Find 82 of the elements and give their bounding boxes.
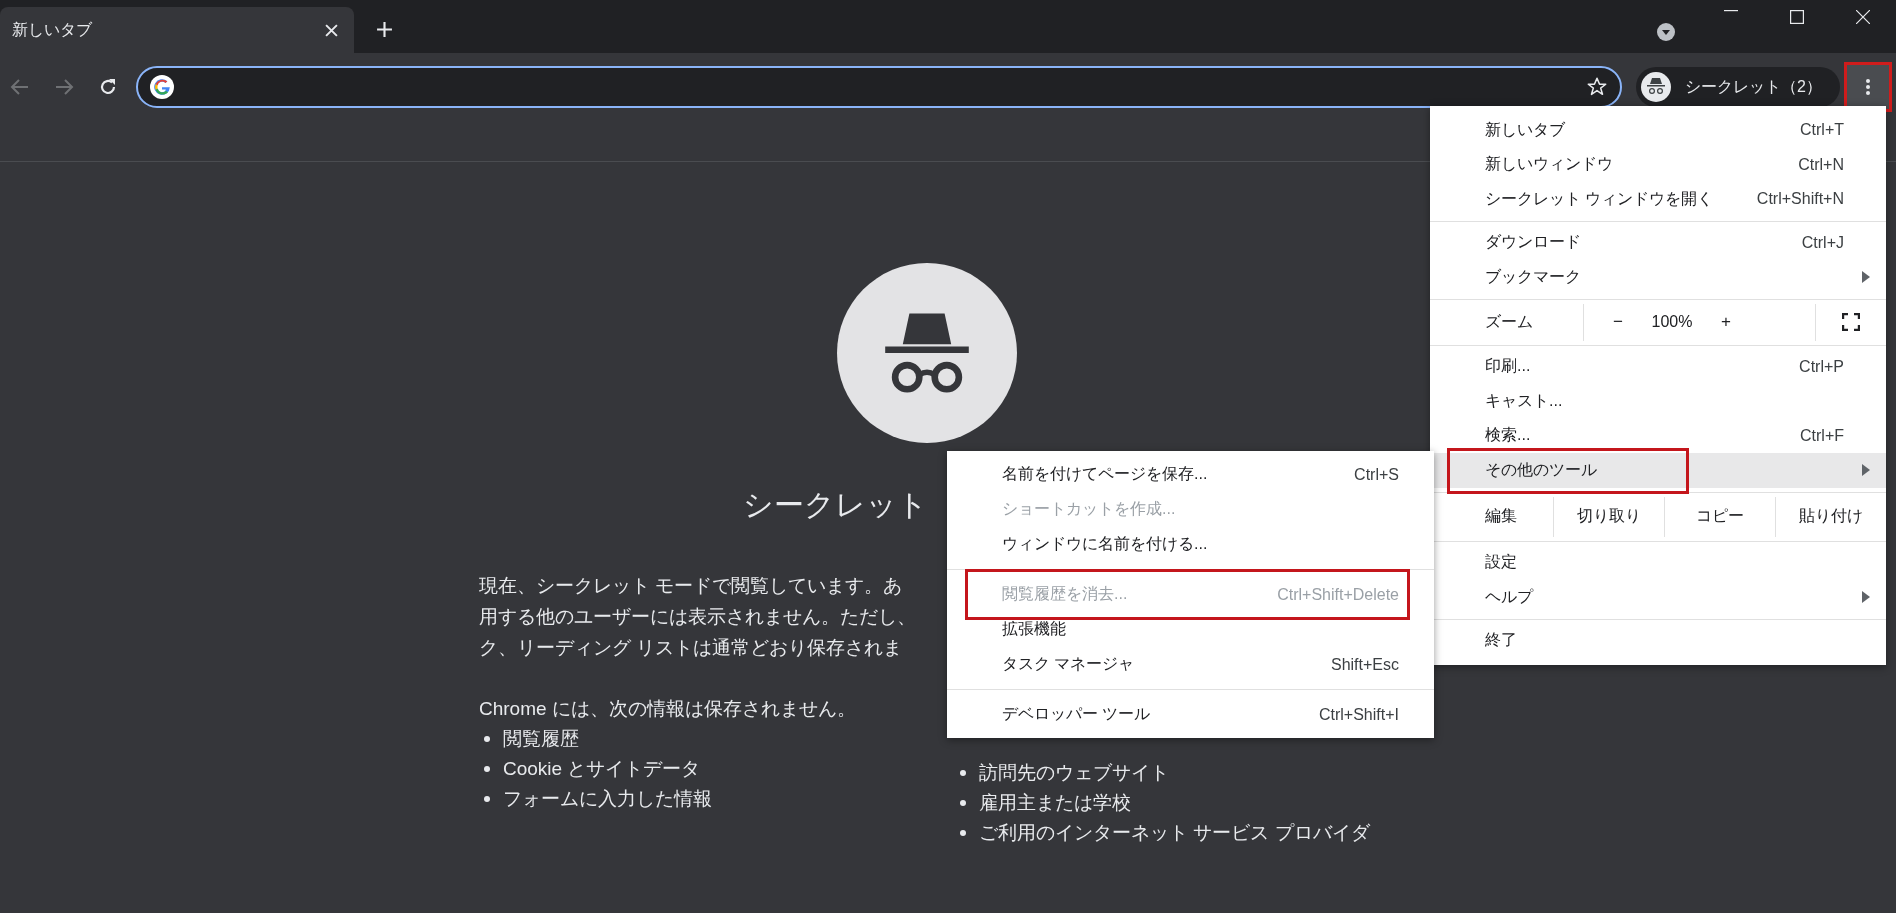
- menu-item[interactable]: 印刷... Ctrl+P: [1430, 349, 1886, 384]
- edit-action-button[interactable]: 貼り付け: [1776, 496, 1886, 537]
- shortcut-text: Ctrl+F: [1800, 426, 1844, 445]
- menu-item[interactable]: シークレット ウィンドウを開く Ctrl+Shift+N: [1430, 182, 1886, 217]
- menu-item-label: 印刷...: [1485, 356, 1531, 377]
- shortcut-text: Ctrl+N: [1798, 155, 1844, 174]
- fullscreen-icon[interactable]: [1842, 313, 1860, 331]
- list-item: 閲覧履歴: [503, 727, 579, 751]
- menu-item-label: その他のツール: [1485, 459, 1597, 480]
- maximize-icon[interactable]: [1790, 10, 1804, 24]
- menu-icon: [1866, 79, 1870, 95]
- menu-item[interactable]: ブックマーク: [1430, 260, 1886, 295]
- menu-item[interactable]: デベロッパー ツール Ctrl+Shift+I: [947, 697, 1434, 732]
- submenu-arrow-icon: [1862, 464, 1870, 477]
- menu-item-label: 名前を付けてページを保存...: [1002, 464, 1208, 484]
- zoom-level: 100%: [1650, 313, 1694, 331]
- paragraph-line: 用する他のユーザーには表示されません。ただし、: [479, 605, 916, 629]
- menu-item-label: ブックマーク: [1485, 266, 1581, 287]
- menu-item-label: ショートカットを作成...: [1002, 499, 1176, 519]
- bullet-icon: [484, 736, 490, 742]
- menu-item[interactable]: 新しいタブ Ctrl+T: [1430, 113, 1886, 148]
- menu-button[interactable]: [1844, 62, 1892, 112]
- menu-item-label: キャスト...: [1485, 390, 1563, 411]
- tab-title: 新しいタブ: [12, 19, 92, 40]
- menu-item-label: デベロッパー ツール: [1002, 704, 1151, 724]
- shortcut-text: Ctrl+P: [1799, 357, 1844, 376]
- list-item: 雇用主または学校: [979, 791, 1131, 815]
- menu-item-label: 終了: [1485, 630, 1517, 651]
- section-heading: Chrome には、次の情報は保存されません。: [479, 697, 856, 721]
- shortcut-text: Ctrl+Shift+I: [1318, 705, 1399, 724]
- list-item: 訪問先のウェブサイト: [979, 761, 1169, 785]
- shortcut-text: Shift+Esc: [1330, 655, 1399, 674]
- submenu-arrow-icon: [1862, 591, 1870, 604]
- incognito-icon: [1641, 72, 1672, 102]
- paragraph-line: 現在、シークレット モードで閲覧しています。あ: [479, 574, 903, 598]
- menu-item-label: 閲覧履歴を消去...: [1002, 584, 1128, 604]
- bullet-icon: [960, 770, 966, 776]
- menu-item-label: 検索...: [1485, 425, 1531, 446]
- shortcut-text: Ctrl+J: [1801, 233, 1844, 252]
- close-icon[interactable]: [325, 23, 338, 37]
- reload-icon[interactable]: [98, 77, 118, 97]
- bullet-icon: [960, 800, 966, 806]
- tab-search-icon[interactable]: [1656, 22, 1676, 42]
- edit-action-button[interactable]: 切り取り: [1554, 496, 1665, 537]
- incognito-profile-button[interactable]: シークレット（2）: [1636, 67, 1840, 107]
- menu-item-label: ズーム: [1430, 303, 1584, 341]
- shortcut-text: Ctrl+S: [1354, 465, 1399, 484]
- menu-item-label: ダウンロード: [1485, 232, 1581, 253]
- plus-icon[interactable]: [376, 21, 393, 38]
- bullet-icon: [484, 796, 490, 802]
- edit-action-button[interactable]: コピー: [1665, 496, 1776, 537]
- g-logo-icon: [150, 75, 174, 99]
- menu-item-label: ウィンドウに名前を付ける...: [1002, 534, 1208, 554]
- menu-item-label: 拡張機能: [1002, 619, 1066, 639]
- menu-item-label: 新しいウィンドウ: [1485, 154, 1613, 175]
- browser-tab[interactable]: 新しいタブ: [0, 7, 354, 53]
- menu-item-label: 新しいタブ: [1485, 119, 1565, 140]
- zoom-in-button[interactable]: +: [1704, 312, 1748, 332]
- list-item: Cookie とサイトデータ: [503, 757, 701, 781]
- menu-item[interactable]: 新しいウィンドウ Ctrl+N: [1430, 147, 1886, 182]
- submenu-arrow-icon: [1862, 271, 1870, 284]
- zoom-out-button[interactable]: −: [1596, 312, 1640, 332]
- list-item: フォームに入力した情報: [503, 787, 712, 811]
- star-icon[interactable]: [1586, 76, 1609, 98]
- menu-item-label: タスク マネージャ: [1002, 654, 1135, 674]
- bullet-icon: [484, 766, 490, 772]
- bullet-icon: [960, 830, 966, 836]
- menu-item-label: ヘルプ: [1485, 586, 1533, 607]
- shortcut-text: Ctrl+Shift+N: [1756, 190, 1844, 209]
- address-field[interactable]: [136, 66, 1623, 108]
- menu-item-label: シークレット ウィンドウを開く: [1485, 188, 1714, 209]
- menu-item[interactable]: ダウンロード Ctrl+J: [1430, 225, 1886, 260]
- page-title: シークレット: [743, 487, 928, 523]
- shortcut-text: Ctrl+T: [1800, 121, 1844, 140]
- menu-item[interactable]: 検索... Ctrl+F: [1430, 418, 1886, 453]
- minimize-icon[interactable]: [1724, 10, 1738, 12]
- paragraph-line: ク、リーディング リストは通常どおり保存されま: [479, 636, 903, 660]
- menu-item-label: 設定: [1485, 552, 1517, 573]
- menu-item[interactable]: キャスト...: [1430, 384, 1886, 419]
- close-icon[interactable]: [1856, 10, 1870, 24]
- list-item: ご利用のインターネット サービス プロバイダ: [979, 821, 1370, 845]
- shortcut-text: Ctrl+Shift+Delete: [1277, 585, 1399, 604]
